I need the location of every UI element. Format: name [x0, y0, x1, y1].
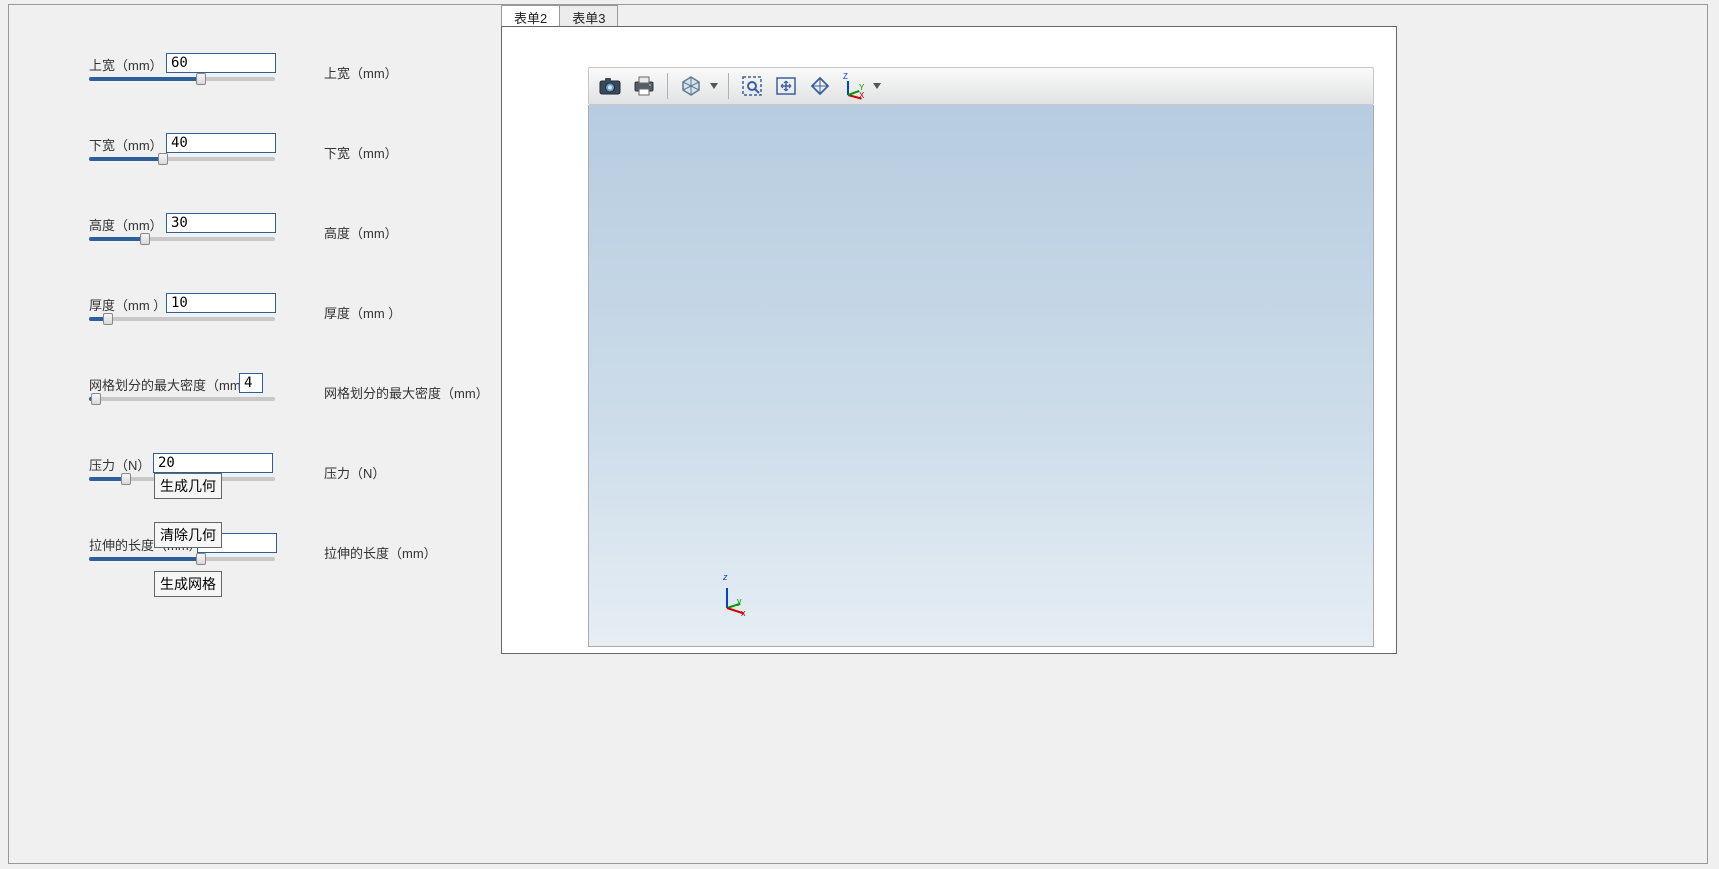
transparency-icon[interactable] [676, 71, 706, 101]
viewport-toolbar: Z X Y [588, 67, 1374, 105]
param-right-hd: 厚度（mm ） [324, 303, 401, 322]
slider-gd[interactable] [89, 237, 275, 241]
viewport-frame: Z X Y z y x [501, 26, 1397, 654]
slider-xw[interactable] [89, 157, 275, 161]
param-label-yl: 压力（N） [89, 455, 150, 474]
axis-view-icon[interactable]: Z X Y [839, 71, 869, 101]
param-right-gd: 高度（mm） [324, 223, 398, 242]
app-container: 上宽（mm） 上宽（mm） 下宽（mm） 下宽（mm） 高度（mm） [8, 4, 1708, 864]
generate-geometry-button[interactable]: 生成几何 [154, 473, 222, 499]
separator [667, 73, 668, 99]
param-label-gd: 高度（mm） [89, 215, 163, 234]
param-row-yl: 压力（N） 压力（N） [89, 455, 489, 495]
param-row-mesh: 网格划分的最大密度（mm） 网格划分的最大密度（mm） [89, 375, 489, 415]
axis-indicator: z y x [719, 582, 753, 616]
param-row-sw: 上宽（mm） 上宽（mm） [89, 55, 489, 95]
camera-icon[interactable] [595, 71, 625, 101]
tab-form2[interactable]: 表单2 [501, 5, 560, 27]
viewport-canvas[interactable]: z y x [588, 105, 1374, 647]
transparency-dropdown[interactable] [708, 71, 720, 101]
param-input-yl[interactable] [153, 453, 273, 473]
separator [728, 73, 729, 99]
param-input-xw[interactable] [166, 133, 276, 153]
param-row-gd: 高度（mm） 高度（mm） [89, 215, 489, 255]
print-icon[interactable] [629, 71, 659, 101]
generate-mesh-button[interactable]: 生成网格 [154, 571, 222, 597]
slider-mesh[interactable] [89, 397, 275, 401]
param-label-xw: 下宽（mm） [89, 135, 163, 154]
param-input-mesh[interactable] [239, 373, 263, 393]
param-input-gd[interactable] [166, 213, 276, 233]
param-row-ls: 拉伸的长度（mm） 拉伸的长度（mm） [89, 535, 489, 575]
tab-form3[interactable]: 表单3 [559, 5, 618, 27]
slider-sw[interactable] [89, 77, 275, 81]
param-row-xw: 下宽（mm） 下宽（mm） [89, 135, 489, 175]
clear-geometry-button[interactable]: 清除几何 [154, 522, 222, 548]
zoom-box-icon[interactable] [737, 71, 767, 101]
param-label-sw: 上宽（mm） [89, 55, 163, 74]
reset-view-icon[interactable] [805, 71, 835, 101]
param-input-hd[interactable] [166, 293, 276, 313]
param-right-xw: 下宽（mm） [324, 143, 398, 162]
param-right-yl: 压力（N） [324, 463, 385, 482]
param-right-mesh: 网格划分的最大密度（mm） [324, 383, 489, 402]
param-row-hd: 厚度（mm ） 厚度（mm ） [89, 295, 489, 335]
parameter-panel: 上宽（mm） 上宽（mm） 下宽（mm） 下宽（mm） 高度（mm） [89, 55, 489, 615]
param-right-ls: 拉伸的长度（mm） [324, 543, 437, 562]
axis-view-dropdown[interactable] [871, 71, 883, 101]
slider-hd[interactable] [89, 317, 275, 321]
tabstrip: 表单2 表单3 [501, 5, 617, 27]
action-buttons: 生成几何 清除几何 生成网格 [154, 473, 222, 620]
param-right-sw: 上宽（mm） [324, 63, 398, 82]
param-label-mesh: 网格划分的最大密度（mm） [89, 375, 254, 394]
param-input-sw[interactable] [166, 53, 276, 73]
zoom-extents-icon[interactable] [771, 71, 801, 101]
param-label-hd: 厚度（mm ） [89, 295, 166, 314]
